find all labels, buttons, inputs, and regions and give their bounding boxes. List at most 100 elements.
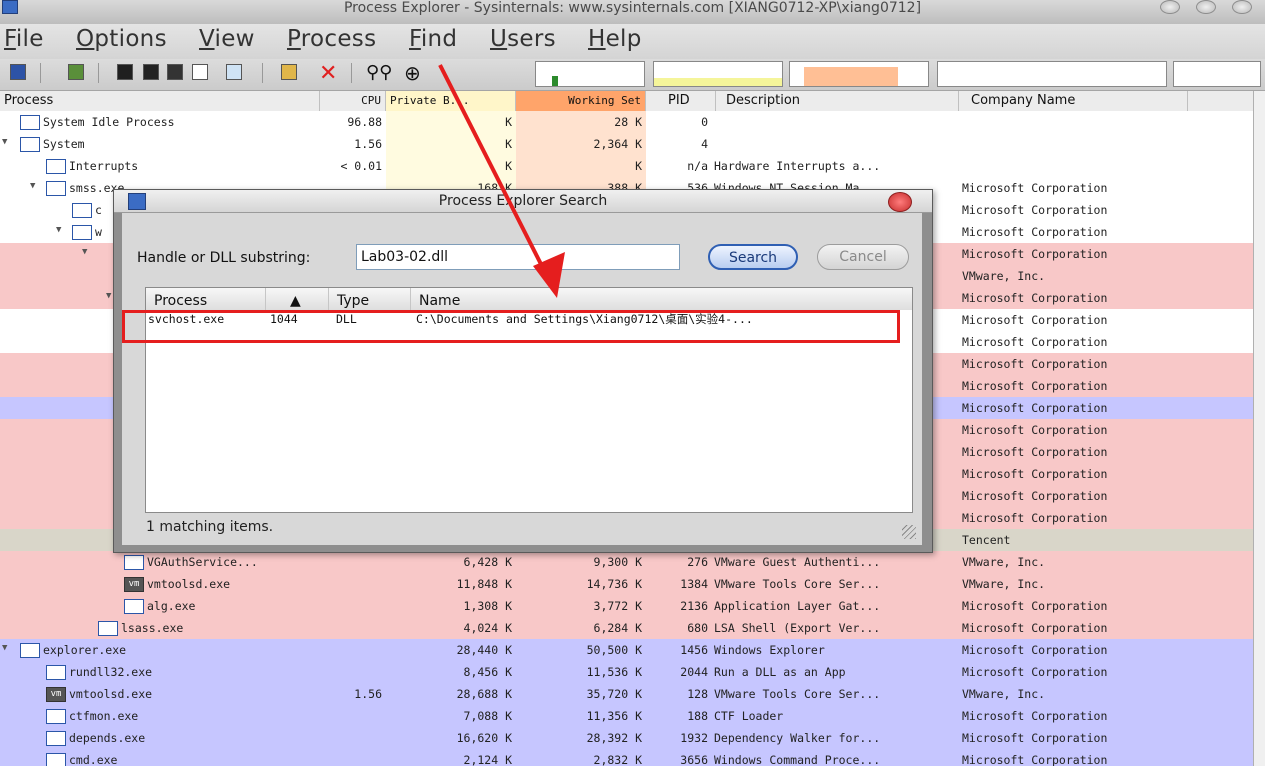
lower-pane-list-icon[interactable] xyxy=(192,64,208,80)
substring-input[interactable]: Lab03-02.dll xyxy=(356,244,680,270)
menu-find[interactable]: Find xyxy=(409,26,457,52)
properties-icon[interactable] xyxy=(281,64,297,80)
find-icon[interactable]: ⚲⚲ xyxy=(366,62,392,83)
company-value: Microsoft Corporation xyxy=(962,489,1108,503)
process-row[interactable]: rundll32.exe 8,456 K 11,536 K 2044 Run a DLL… xyxy=(0,661,1253,683)
toolbar-separator xyxy=(40,63,41,83)
process-icon xyxy=(20,114,40,130)
pid-value: 128 xyxy=(687,687,708,701)
pid-value: 4 xyxy=(701,137,708,151)
process-row[interactable]: vm vmtoolsd.exe 1.56 28,688 K 35,720 K 128 VMw… xyxy=(0,683,1253,705)
tree-expander-icon[interactable]: ▼ xyxy=(106,291,111,301)
col-description[interactable]: Description xyxy=(716,91,959,111)
commit-graph[interactable] xyxy=(653,61,783,87)
network-graph[interactable] xyxy=(1173,61,1261,87)
kill-process-icon[interactable]: ✕ xyxy=(319,61,337,86)
result-col-process[interactable]: Process xyxy=(146,288,266,310)
find-window-icon[interactable]: ⊕ xyxy=(404,61,421,85)
working-set-value: 3,772 K xyxy=(593,599,642,613)
tree-expander-icon[interactable]: ▼ xyxy=(56,225,61,235)
description-value: Run a DLL as an App xyxy=(714,665,846,679)
process-name: System Idle Process xyxy=(20,111,320,133)
process-icon xyxy=(46,708,66,724)
private-bytes-value: 28,440 K xyxy=(456,643,512,657)
col-private-bytes[interactable]: Private B... xyxy=(386,91,516,111)
tree-expander-icon[interactable]: ▼ xyxy=(30,181,35,191)
refresh-icon[interactable] xyxy=(68,64,84,80)
private-bytes-value: 8,456 K xyxy=(463,665,512,679)
process-row[interactable]: vm vmtoolsd.exe 11,848 K 14,736 K 1384 VMware… xyxy=(0,573,1253,595)
search-button[interactable]: Search xyxy=(708,244,798,270)
physical-memory-graph[interactable] xyxy=(789,61,929,87)
menu-users[interactable]: Users xyxy=(490,26,556,52)
process-row[interactable]: depends.exe 16,620 K 28,392 K 1932 Dependenc… xyxy=(0,727,1253,749)
process-list-header: Process CPU Private B... Working Set PID… xyxy=(0,91,1253,112)
menu-options[interactable]: Options xyxy=(76,26,167,52)
company-value: Microsoft Corporation xyxy=(962,225,1108,239)
process-row[interactable]: explorer.exe ▼ 28,440 K 50,500 K 1456 Windows… xyxy=(0,639,1253,661)
resize-grip[interactable] xyxy=(902,525,916,539)
process-name: Interrupts xyxy=(46,155,320,177)
company-value: Microsoft Corporation xyxy=(962,643,1108,657)
process-row[interactable]: System ▼ 1.56 K 2,364 K 4 xyxy=(0,133,1253,155)
system-info-icon[interactable] xyxy=(117,64,133,80)
tree-expander-icon[interactable]: ▼ xyxy=(82,247,87,257)
process-name: alg.exe xyxy=(124,595,320,617)
maximize-button[interactable] xyxy=(1196,0,1216,14)
working-set-value: 2,364 K xyxy=(593,137,642,151)
menu-file[interactable]: File xyxy=(4,26,44,52)
process-row[interactable]: Interrupts < 0.01 K Kn/a Hardware Interrupts… xyxy=(0,155,1253,177)
process-row[interactable]: lsass.exe 4,024 K 6,284 K 680 LSA Shell (Exp… xyxy=(0,617,1253,639)
toolbar-separator xyxy=(351,63,352,83)
col-working-set[interactable]: Working Set xyxy=(516,91,646,111)
io-graph[interactable] xyxy=(937,61,1167,87)
private-bytes-value: 7,088 K xyxy=(463,709,512,723)
pid-value: n/a xyxy=(687,159,708,173)
close-window-button[interactable] xyxy=(1232,0,1252,14)
process-name-text: System xyxy=(43,137,85,151)
result-col-sort-arrow[interactable]: ▲ xyxy=(266,288,329,310)
result-col-name[interactable]: Name xyxy=(411,288,912,310)
col-pid[interactable]: PID xyxy=(646,91,716,111)
cpu-value: < 0.01 xyxy=(340,159,382,173)
menu-view[interactable]: View xyxy=(199,26,255,52)
window-icon[interactable] xyxy=(143,64,159,80)
process-row[interactable]: VGAuthService... 6,428 K 9,300 K 276 VMware … xyxy=(0,551,1253,573)
col-cpu[interactable]: CPU xyxy=(320,91,386,111)
process-row[interactable]: alg.exe 1,308 K 3,772 K 2136 Application Lay… xyxy=(0,595,1253,617)
process-row[interactable]: cmd.exe 2,124 K 2,832 K 3656 Windows Command… xyxy=(0,749,1253,766)
description-value xyxy=(714,111,959,133)
process-name-text: VGAuthService... xyxy=(147,555,258,569)
cpu-graph[interactable] xyxy=(535,61,645,87)
process-row[interactable]: System Idle Process 96.88 K 28 K 0 xyxy=(0,111,1253,133)
working-set-value: 14,736 K xyxy=(586,577,642,591)
show-lower-pane-icon[interactable] xyxy=(167,64,183,80)
tree-expander-icon[interactable]: ▼ xyxy=(2,137,7,147)
company-value: Microsoft Corporation xyxy=(962,203,1108,217)
working-set-value: 6,284 K xyxy=(593,621,642,635)
highlight-box xyxy=(122,310,900,343)
col-process[interactable]: Process xyxy=(0,91,320,111)
private-bytes-value: 28,688 K xyxy=(456,687,512,701)
cpu-value xyxy=(320,749,382,766)
dll-view-icon[interactable] xyxy=(226,64,242,80)
process-icon xyxy=(20,642,40,658)
menu-process[interactable]: Process xyxy=(287,26,376,52)
dialog-title-bar[interactable]: Process Explorer Search xyxy=(114,190,932,213)
save-icon[interactable] xyxy=(10,64,26,80)
description-value: Hardware Interrupts a... xyxy=(714,159,881,173)
company-value: Microsoft Corporation xyxy=(962,467,1108,481)
minimize-button[interactable] xyxy=(1160,0,1180,14)
company-value: Microsoft Corporation xyxy=(962,445,1108,459)
process-name: System xyxy=(20,133,320,155)
private-bytes-value: 16,620 K xyxy=(456,731,512,745)
vertical-scrollbar[interactable] xyxy=(1253,91,1265,766)
tree-expander-icon[interactable]: ▼ xyxy=(2,643,7,653)
cancel-button[interactable]: Cancel xyxy=(817,244,909,270)
menu-help[interactable]: Help xyxy=(588,26,642,52)
col-company[interactable]: Company Name xyxy=(959,91,1188,111)
dialog-close-button[interactable] xyxy=(888,192,912,212)
result-col-type[interactable]: Type xyxy=(329,288,411,310)
process-row[interactable]: ctfmon.exe 7,088 K 11,356 K 188 CTF Loader Mi… xyxy=(0,705,1253,727)
vmware-icon: vm xyxy=(46,686,66,702)
